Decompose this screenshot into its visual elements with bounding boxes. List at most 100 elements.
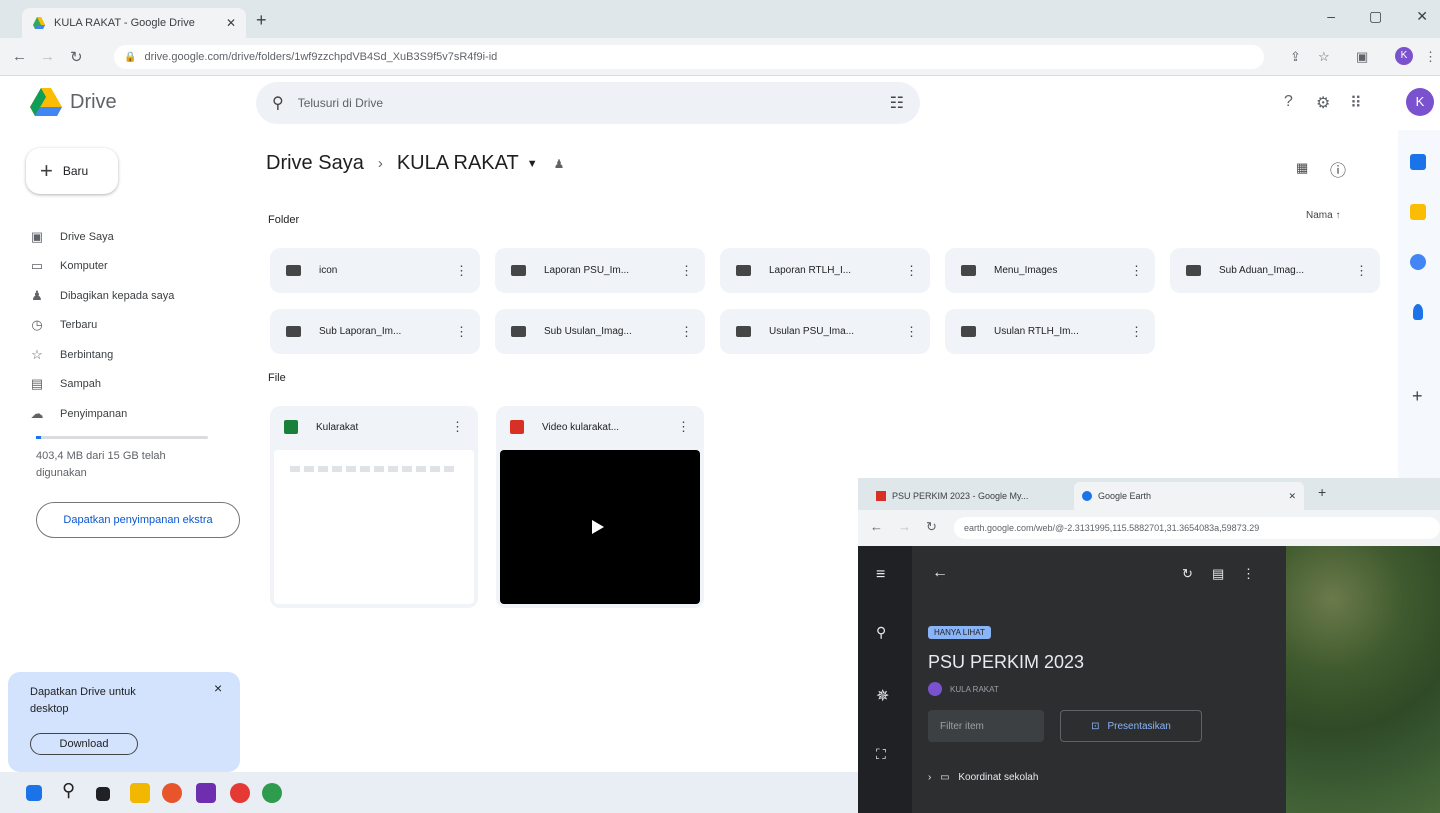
sidebar-item-starred[interactable]: ☆ Berbintang (30, 340, 240, 370)
folder-card[interactable]: icon ⋮ (270, 248, 480, 293)
reload-icon[interactable]: ↻ (926, 519, 937, 535)
new-tab-icon[interactable]: + (256, 10, 267, 31)
bookmark-star-icon[interactable]: ☆ (1318, 49, 1330, 65)
sort-button[interactable]: Nama ↑ (1306, 210, 1340, 221)
earth-tab-google-earth[interactable]: Google Earth ✕ (1074, 482, 1304, 510)
folder-card[interactable]: Sub Laporan_Im... ⋮ (270, 309, 480, 354)
more-options-icon[interactable]: ⋮ (451, 419, 464, 435)
share-icon[interactable]: ⇪ (1290, 49, 1301, 65)
forward-icon[interactable]: → (898, 519, 911, 534)
video-thumbnail[interactable] (500, 450, 700, 604)
new-tab-icon[interactable]: + (1318, 484, 1326, 500)
expand-arrow-icon[interactable]: › (928, 772, 931, 783)
dropdown-arrow-icon[interactable]: ▼ (527, 158, 538, 170)
browser-tab[interactable]: KULA RAKAT - Google Drive ✕ (22, 8, 246, 38)
get-more-storage-button[interactable]: Dapatkan penyimpanan ekstra (36, 502, 240, 538)
breadcrumb-root[interactable]: Drive Saya (266, 152, 364, 175)
sidebar-item-storage[interactable]: ☁ Penyimpanan (30, 399, 240, 429)
windows-start-icon[interactable] (26, 785, 42, 801)
back-icon[interactable]: ← (12, 48, 27, 65)
file-card[interactable]: Kularakat ⋮ (270, 406, 478, 608)
more-options-icon[interactable]: ⋮ (455, 324, 468, 340)
app-icon[interactable] (162, 783, 182, 803)
search-input[interactable]: Telusuri di Drive (298, 96, 383, 110)
more-options-icon[interactable]: ⋮ (680, 263, 693, 279)
folder-card[interactable]: Usulan PSU_Ima... ⋮ (720, 309, 930, 354)
add-addon-icon[interactable]: + (1412, 386, 1423, 407)
satellite-map-view[interactable] (1286, 546, 1440, 813)
new-button[interactable]: + Baru (26, 148, 118, 194)
folder-card[interactable]: Sub Aduan_Imag... ⋮ (1170, 248, 1380, 293)
close-window-icon[interactable]: ✕ (1416, 8, 1428, 25)
folder-card[interactable]: Sub Usulan_Imag... ⋮ (495, 309, 705, 354)
menu-icon[interactable]: ≡ (876, 566, 885, 584)
contacts-icon[interactable] (1413, 304, 1423, 320)
browser-profile-icon[interactable]: K (1395, 47, 1413, 65)
projects-icon[interactable]: ⛶ (876, 746, 886, 763)
task-view-icon[interactable] (96, 787, 110, 801)
sidebar-item-komputer[interactable]: ▭ Komputer (30, 252, 240, 282)
folder-card[interactable]: Usulan RTLH_Im... ⋮ (945, 309, 1155, 354)
calendar-icon[interactable] (1410, 154, 1426, 170)
account-avatar[interactable]: K (1406, 88, 1434, 116)
sidebar-item-drive-saya[interactable]: ▣ Drive Saya (30, 222, 240, 252)
more-options-icon[interactable]: ⋮ (1130, 263, 1143, 279)
breadcrumb-current[interactable]: KULA RAKAT (397, 152, 519, 175)
more-options-icon[interactable]: ⋮ (1242, 566, 1255, 582)
app-icon[interactable] (262, 783, 282, 803)
keep-icon[interactable] (1410, 204, 1426, 220)
more-options-icon[interactable]: ⋮ (455, 263, 468, 279)
folder-icon: ▭ (940, 772, 950, 783)
search-icon[interactable]: ⚲ (876, 624, 886, 641)
sidebar-item-recent[interactable]: ◷ Terbaru (30, 311, 240, 341)
filter-input[interactable]: Filter item (928, 710, 1044, 742)
minimize-icon[interactable]: – (1327, 8, 1335, 25)
apps-grid-icon[interactable]: ⠿ (1350, 93, 1362, 113)
search-filter-icon[interactable]: ☷ (890, 93, 904, 113)
drive-logo[interactable]: Drive (30, 88, 117, 116)
app-icon[interactable] (196, 783, 216, 803)
maximize-icon[interactable]: ▢ (1369, 8, 1382, 25)
earth-address-bar[interactable]: earth.google.com/web/@-2.3131995,115.588… (954, 517, 1440, 539)
reload-icon[interactable]: ↻ (70, 48, 83, 66)
earth-tab-mymaps[interactable]: PSU PERKIM 2023 - Google My... (868, 482, 1068, 510)
address-bar[interactable]: 🔒 drive.google.com/drive/folders/1wf9zzc… (114, 45, 1264, 69)
more-options-icon[interactable]: ⋮ (677, 419, 690, 435)
file-explorer-icon[interactable] (130, 783, 150, 803)
tab-close-icon[interactable]: ✕ (1288, 491, 1296, 502)
chrome-icon[interactable] (230, 783, 250, 803)
search-box[interactable]: ⚲ Telusuri di Drive ☷ (256, 82, 920, 124)
search-icon[interactable]: ⚲ (272, 93, 284, 113)
info-icon[interactable]: ⓘ (1330, 157, 1346, 181)
more-options-icon[interactable]: ⋮ (905, 324, 918, 340)
extensions-icon[interactable]: ▣ (1356, 49, 1368, 65)
play-icon[interactable] (592, 520, 604, 534)
settings-gear-icon[interactable]: ⚙ (1316, 93, 1330, 113)
folder-card[interactable]: Laporan RTLH_I... ⋮ (720, 248, 930, 293)
more-options-icon[interactable]: ⋮ (905, 263, 918, 279)
forward-icon[interactable]: → (40, 48, 55, 65)
back-arrow-icon[interactable]: ← (932, 564, 948, 582)
sidebar-item-trash[interactable]: ▤ Sampah (30, 370, 240, 400)
tab-close-icon[interactable]: ✕ (226, 16, 236, 30)
more-options-icon[interactable]: ⋮ (1130, 324, 1143, 340)
more-options-icon[interactable]: ⋮ (680, 324, 693, 340)
file-card[interactable]: Video kularakat... ⋮ (496, 406, 704, 608)
folder-card[interactable]: Laporan PSU_Im... ⋮ (495, 248, 705, 293)
presentation-icon[interactable]: ▤ (1212, 566, 1224, 582)
back-icon[interactable]: ← (870, 519, 883, 534)
project-list-item[interactable]: › ▭ Koordinat sekolah (928, 772, 1038, 783)
download-button[interactable]: Download (30, 733, 138, 755)
help-icon[interactable]: ? (1284, 93, 1293, 111)
present-button[interactable]: ⊡ Presentasikan (1060, 710, 1202, 742)
voyager-icon[interactable]: ✵ (876, 686, 889, 706)
search-taskbar-icon[interactable]: ⚲ (62, 780, 75, 801)
grid-view-icon[interactable]: ▦ (1296, 160, 1308, 176)
sidebar-item-shared[interactable]: ♟ Dibagikan kepada saya (30, 281, 240, 311)
more-options-icon[interactable]: ⋮ (1355, 263, 1368, 279)
tasks-icon[interactable] (1410, 254, 1426, 270)
browser-menu-icon[interactable]: ⋮ (1424, 49, 1437, 65)
sync-icon[interactable]: ↻ (1182, 566, 1193, 582)
folder-card[interactable]: Menu_Images ⋮ (945, 248, 1155, 293)
promo-close-icon[interactable]: × (214, 680, 222, 696)
